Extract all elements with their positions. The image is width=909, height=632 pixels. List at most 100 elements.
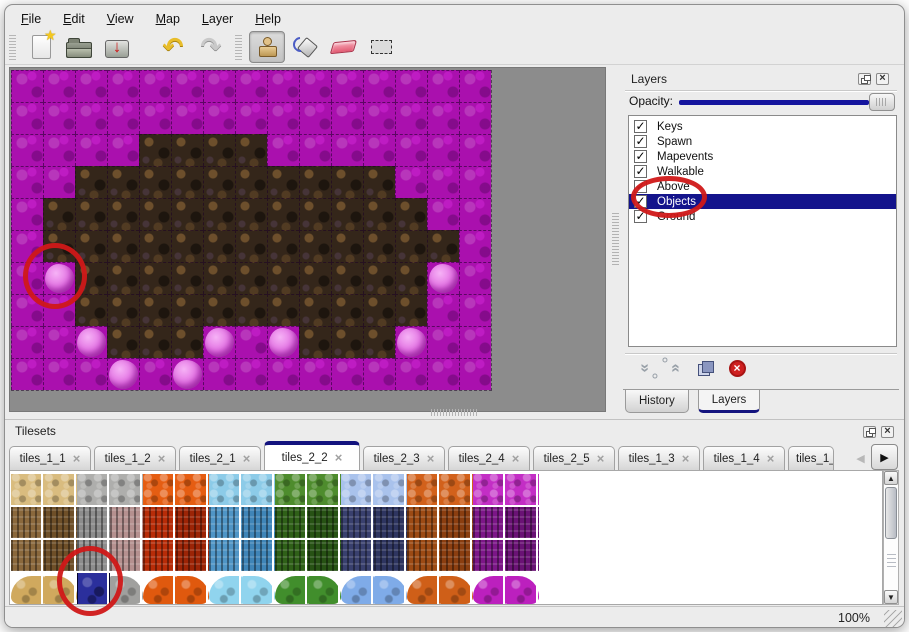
pink-bush-tile[interactable] xyxy=(43,262,75,294)
magenta-ground-tile[interactable] xyxy=(459,134,491,166)
brown-rock-tile[interactable] xyxy=(203,198,235,230)
magenta-ground-tile[interactable] xyxy=(459,358,491,390)
scroll-up-icon[interactable]: ▲ xyxy=(884,471,898,485)
tileset-tile-ice[interactable] xyxy=(242,473,275,506)
move-layer-up-button[interactable]: » xyxy=(633,357,655,379)
brown-rock-tile[interactable] xyxy=(299,294,331,326)
tab-scroll-left-button[interactable]: ◀ xyxy=(853,447,868,469)
magenta-ground-tile[interactable] xyxy=(427,198,459,230)
magenta-ground-tile[interactable] xyxy=(107,70,139,102)
tileset-tile-thorns[interactable] xyxy=(506,506,539,539)
tab-layers[interactable]: Layers xyxy=(698,390,761,413)
fill-tool-button[interactable] xyxy=(287,31,323,63)
selected-tileset-tile[interactable] xyxy=(77,572,110,605)
magenta-ground-tile[interactable] xyxy=(107,102,139,134)
tileset-tile-crystal-bush[interactable] xyxy=(341,572,374,605)
brown-rock-tile[interactable] xyxy=(203,166,235,198)
tileset-tile-clay[interactable] xyxy=(407,539,440,572)
magenta-ground-tile[interactable] xyxy=(43,166,75,198)
tileset-tab-tiles_1_1[interactable]: tiles_1_1× xyxy=(9,446,91,470)
magenta-ground-tile[interactable] xyxy=(171,102,203,134)
layer-visibility-checkbox[interactable]: ✓ xyxy=(634,180,647,193)
magenta-ground-tile[interactable] xyxy=(427,326,459,358)
brown-rock-tile[interactable] xyxy=(139,294,171,326)
magenta-ground-tile[interactable] xyxy=(11,262,43,294)
magenta-ground-tile[interactable] xyxy=(331,358,363,390)
brown-rock-tile[interactable] xyxy=(363,294,395,326)
magenta-ground-tile[interactable] xyxy=(427,102,459,134)
tab-close-icon[interactable]: × xyxy=(427,454,435,464)
menu-view[interactable]: View xyxy=(96,10,145,29)
window-restore-icon[interactable] xyxy=(863,426,876,438)
magenta-ground-tile[interactable] xyxy=(299,102,331,134)
magenta-ground-tile[interactable] xyxy=(459,230,491,262)
magenta-ground-tile[interactable] xyxy=(107,134,139,166)
magenta-ground-tile[interactable] xyxy=(11,134,43,166)
brown-rock-tile[interactable] xyxy=(171,166,203,198)
move-layer-down-button[interactable]: » xyxy=(664,357,686,379)
brown-rock-tile[interactable] xyxy=(139,326,171,358)
brown-rock-tile[interactable] xyxy=(267,262,299,294)
brown-rock-tile[interactable] xyxy=(203,230,235,262)
tileset-tile-thorns[interactable] xyxy=(473,506,506,539)
tileset-tile-stone[interactable] xyxy=(77,506,110,539)
brown-rock-tile[interactable] xyxy=(171,198,203,230)
pink-bush-tile[interactable] xyxy=(267,326,299,358)
magenta-ground-tile[interactable] xyxy=(11,166,43,198)
tileset-tile-sand[interactable] xyxy=(44,506,77,539)
tileset-tile-crystal[interactable] xyxy=(341,473,374,506)
magenta-ground-tile[interactable] xyxy=(11,102,43,134)
window-restore-icon[interactable] xyxy=(858,73,871,85)
tileset-tile-ice-bush[interactable] xyxy=(242,572,275,605)
magenta-ground-tile[interactable] xyxy=(363,134,395,166)
magenta-ground-tile[interactable] xyxy=(139,102,171,134)
tileset-tab-tiles_1_3[interactable]: tiles_1_3× xyxy=(618,446,700,470)
tileset-tile-fire[interactable] xyxy=(143,506,176,539)
brown-rock-tile[interactable] xyxy=(395,230,427,262)
tab-scroll-right-button[interactable]: ▶ xyxy=(871,444,898,470)
tileset-tile-vines[interactable] xyxy=(308,473,341,506)
new-map-button[interactable] xyxy=(23,31,59,63)
tileset-tile-clay[interactable] xyxy=(440,539,473,572)
magenta-ground-tile[interactable] xyxy=(235,326,267,358)
magenta-ground-tile[interactable] xyxy=(427,294,459,326)
tileset-tile-thorns-bush[interactable] xyxy=(473,572,506,605)
pink-bush-tile[interactable] xyxy=(171,358,203,390)
magenta-ground-tile[interactable] xyxy=(267,70,299,102)
brown-rock-tile[interactable] xyxy=(139,166,171,198)
tab-close-icon[interactable]: × xyxy=(158,454,166,464)
brown-rock-tile[interactable] xyxy=(107,262,139,294)
magenta-ground-tile[interactable] xyxy=(43,294,75,326)
brown-rock-tile[interactable] xyxy=(299,166,331,198)
tileset-tile-stone-bush[interactable] xyxy=(110,572,143,605)
magenta-ground-tile[interactable] xyxy=(139,70,171,102)
magenta-ground-tile[interactable] xyxy=(363,70,395,102)
brown-rock-tile[interactable] xyxy=(267,166,299,198)
brown-rock-tile[interactable] xyxy=(235,134,267,166)
layer-row-spawn[interactable]: ✓Spawn xyxy=(629,134,896,149)
brown-rock-tile[interactable] xyxy=(171,230,203,262)
brown-rock-tile[interactable] xyxy=(235,262,267,294)
magenta-ground-tile[interactable] xyxy=(395,358,427,390)
brown-rock-tile[interactable] xyxy=(75,262,107,294)
duplicate-layer-button[interactable] xyxy=(695,357,717,379)
brown-rock-tile[interactable] xyxy=(395,198,427,230)
brown-rock-tile[interactable] xyxy=(107,198,139,230)
menu-file[interactable]: File xyxy=(10,10,52,29)
magenta-ground-tile[interactable] xyxy=(427,358,459,390)
tileset-tile-stone[interactable] xyxy=(110,506,143,539)
tileset-tile-crystal[interactable] xyxy=(374,506,407,539)
tileset-tile-crystal-bush[interactable] xyxy=(374,572,407,605)
magenta-ground-tile[interactable] xyxy=(11,70,43,102)
brown-rock-tile[interactable] xyxy=(395,262,427,294)
magenta-ground-tile[interactable] xyxy=(11,198,43,230)
magenta-ground-tile[interactable] xyxy=(11,294,43,326)
brown-rock-tile[interactable] xyxy=(171,262,203,294)
tileset-tab-tiles_1[interactable]: tiles_1_ xyxy=(788,446,834,470)
magenta-ground-tile[interactable] xyxy=(459,326,491,358)
tileset-tile-thorns[interactable] xyxy=(473,539,506,572)
magenta-ground-tile[interactable] xyxy=(459,198,491,230)
tileset-tile-vines[interactable] xyxy=(275,506,308,539)
tileset-tile-vines[interactable] xyxy=(275,539,308,572)
brown-rock-tile[interactable] xyxy=(267,294,299,326)
